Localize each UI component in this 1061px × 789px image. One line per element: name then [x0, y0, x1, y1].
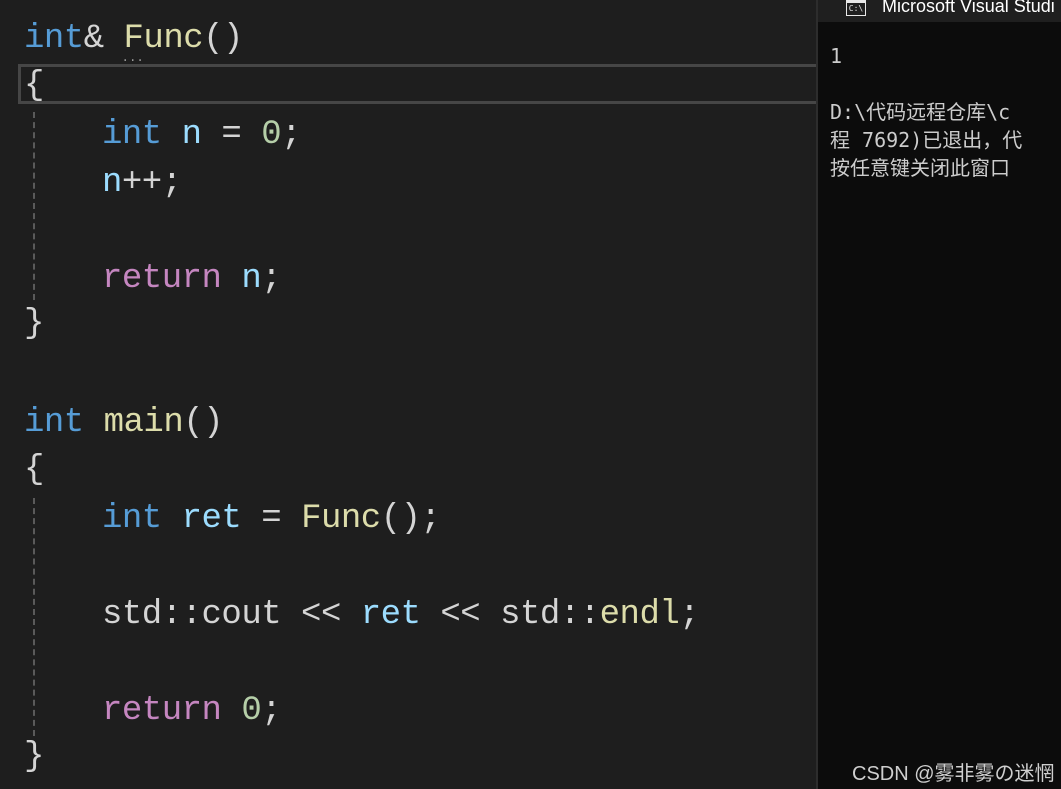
operator: =	[241, 500, 302, 538]
punctuation: ()	[203, 20, 243, 58]
variable: n	[221, 260, 262, 298]
brace: {	[24, 451, 44, 489]
punctuation: ();	[380, 500, 441, 538]
console-output-line: 按任意键关闭此窗口	[830, 156, 1010, 180]
variable: n	[161, 116, 202, 154]
suggestion-dots-icon[interactable]: ...	[123, 50, 145, 64]
indent-guide	[33, 112, 35, 300]
keyword-return: return	[102, 692, 222, 730]
console-app-icon: C:\	[846, 0, 866, 16]
code-line-decl-n[interactable]: int n = 0;	[102, 111, 302, 159]
brace: {	[24, 67, 44, 105]
code-line-decl-ret[interactable]: int ret = Func();	[102, 495, 441, 543]
punctuation: ()	[183, 404, 224, 442]
current-line-highlight	[18, 64, 816, 104]
keyword-int: int	[24, 20, 84, 58]
std-cout: std::cout	[102, 596, 282, 634]
keyword-int: int	[102, 116, 162, 154]
operator: <<	[420, 596, 501, 634]
number-literal: 0	[261, 116, 282, 154]
code-line-open-brace[interactable]: {	[24, 446, 44, 494]
operator: <<	[281, 596, 361, 634]
console-output-line: 程 7692)已退出，代	[830, 128, 1023, 152]
punctuation: ;	[281, 116, 302, 154]
function-name: Func	[103, 20, 204, 58]
operator: =	[201, 116, 262, 154]
namespace: std::	[500, 596, 600, 634]
variable: n	[102, 164, 122, 202]
variable: ret	[161, 500, 242, 538]
code-line-open-brace[interactable]: {	[24, 62, 44, 110]
code-line-cout[interactable]: std::cout << ret << std::endl;	[102, 591, 700, 639]
code-line-main-signature[interactable]: int main()	[24, 399, 224, 447]
code-line-increment[interactable]: n++;	[102, 159, 182, 207]
console-title: Microsoft Visual Studi	[882, 0, 1055, 16]
function-name: main	[83, 404, 184, 442]
keyword-int: int	[24, 404, 84, 442]
console-titlebar[interactable]: C:\ Microsoft Visual Studi	[818, 0, 1061, 22]
keyword-int: int	[102, 500, 162, 538]
code-editor[interactable]: int& Func() ... { int n = 0; n++; return…	[0, 0, 816, 789]
variable: ret	[360, 596, 421, 634]
watermark-text: CSDN @雾非雾の迷惘	[852, 763, 1055, 785]
code-line-close-brace[interactable]: }	[24, 300, 44, 348]
function-call: Func	[301, 500, 381, 538]
debug-console-window[interactable]: C:\ Microsoft Visual Studi 1 D:\代码远程仓库\c…	[816, 0, 1061, 789]
punctuation: ;	[679, 596, 700, 634]
console-output-line: 1	[830, 44, 843, 68]
keyword-return: return	[102, 260, 222, 298]
std-endl: endl	[599, 596, 680, 634]
brace: }	[24, 738, 44, 776]
number-literal: 0	[241, 692, 262, 730]
console-output-line: D:\代码远程仓库\c	[830, 100, 1011, 124]
punctuation: ;	[261, 260, 282, 298]
code-line-close-brace[interactable]: }	[24, 733, 44, 781]
code-line-return-n[interactable]: return n;	[102, 255, 282, 303]
indent-guide	[33, 498, 35, 736]
punctuation: ;	[261, 692, 282, 730]
operator: ++;	[121, 164, 182, 202]
code-line-return-0[interactable]: return 0;	[102, 687, 282, 735]
brace: }	[24, 305, 44, 343]
punctuation: &	[83, 20, 104, 58]
